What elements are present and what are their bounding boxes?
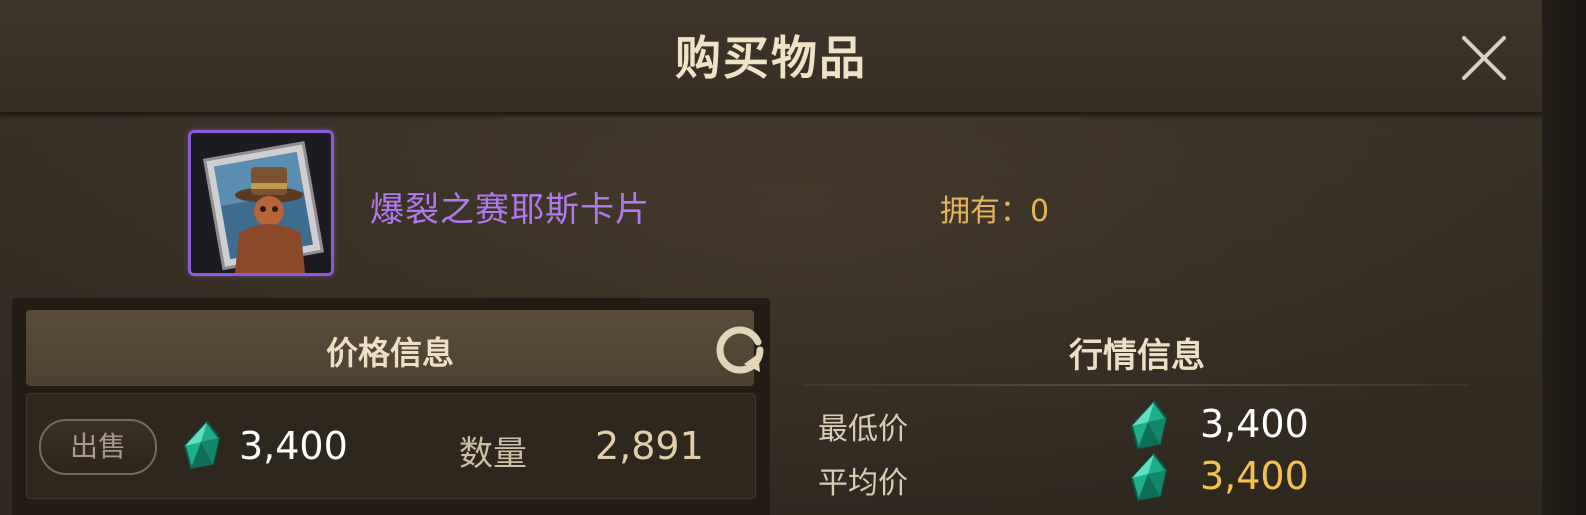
close-icon <box>1462 36 1506 80</box>
market-info-title: 行情信息 <box>1069 336 1205 376</box>
price-info-header: 价格信息 <box>26 310 764 386</box>
dialog-title: 购买物品 <box>675 31 867 85</box>
quantity-label: 数量 <box>459 434 527 474</box>
price-value: 3,400 <box>239 424 348 468</box>
dialog-titlebar: 购买物品 <box>0 0 1542 114</box>
item-summary: 爆裂之赛耶斯卡片 拥有：0 <box>0 114 1542 294</box>
lowest-price-label: 最低价 <box>818 412 908 447</box>
refresh-icon <box>716 326 764 374</box>
item-icon[interactable] <box>188 130 334 276</box>
owned-count: 拥有：0 <box>940 194 1050 229</box>
lowest-price-value: 3,400 <box>1200 402 1309 446</box>
price-row[interactable]: 出售 3,400 数量 2,891 <box>26 393 756 499</box>
purchase-dialog: 购买物品 爆裂之赛耶斯卡片 拥有：0 价格信息 出售 3,400 数量 2,89… <box>0 0 1586 515</box>
gem-icon <box>183 420 221 470</box>
backdrop-edge <box>1542 0 1586 515</box>
gem-icon <box>1130 400 1168 450</box>
item-name: 爆裂之赛耶斯卡片 <box>370 190 650 230</box>
market-divider <box>804 384 1470 386</box>
gem-icon <box>1130 452 1168 502</box>
quantity-value: 2,891 <box>595 424 704 468</box>
average-price-value: 3,400 <box>1200 454 1309 498</box>
price-info-title: 价格信息 <box>325 334 454 372</box>
close-button[interactable] <box>1460 34 1508 82</box>
average-price-label: 平均价 <box>818 466 908 501</box>
refresh-button[interactable] <box>714 324 766 376</box>
card-portrait-icon <box>191 133 331 273</box>
sell-badge[interactable]: 出售 <box>39 419 157 475</box>
